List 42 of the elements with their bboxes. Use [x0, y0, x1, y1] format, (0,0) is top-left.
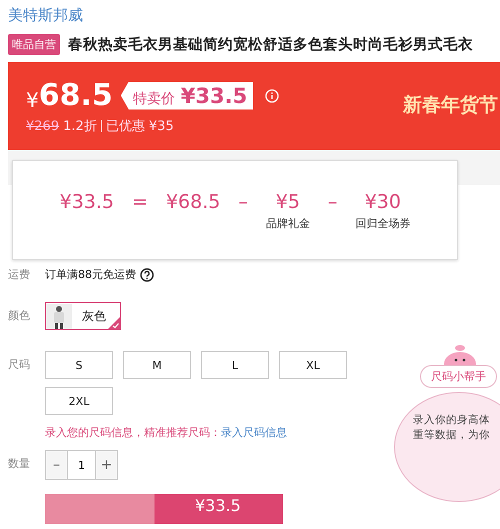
check-icon: [108, 317, 120, 329]
color-option[interactable]: 灰色: [45, 302, 121, 330]
info-icon[interactable]: [265, 88, 280, 102]
size-option[interactable]: S: [45, 351, 113, 379]
quantity-label: 数量: [8, 456, 31, 472]
size-info-link[interactable]: 录入尺码信息: [221, 426, 287, 439]
price: 68.5: [38, 78, 113, 113]
operator: –: [238, 191, 248, 213]
size-option[interactable]: 2XL: [45, 387, 113, 415]
brand-name[interactable]: 美特斯邦威: [0, 0, 500, 28]
amount-caption: 品牌礼金: [266, 216, 310, 231]
amount-caption: 回归全场券: [355, 216, 410, 231]
help-icon[interactable]: [140, 268, 154, 282]
amount: ¥5: [276, 191, 300, 213]
discount: 1.2折: [63, 118, 97, 135]
amount: ¥30: [364, 191, 401, 213]
helper-text: 重等数据，为你: [413, 428, 491, 443]
size-option[interactable]: XL: [279, 351, 347, 379]
self-operated-badge: 唯品自营: [8, 34, 60, 55]
saved-amount: 已优惠 ¥35: [106, 118, 174, 135]
color-label: 颜色: [8, 308, 31, 324]
amount: ¥68.5: [166, 191, 220, 213]
original-price: ¥269: [26, 118, 60, 134]
size-helper-button[interactable]: 尺码小帮手: [420, 365, 497, 388]
shipping-label: 运费: [8, 267, 31, 283]
size-helper-bubble[interactable]: 录入你的身高体 重等数据，为你: [394, 392, 500, 502]
operator: =: [132, 191, 148, 213]
size-option[interactable]: L: [201, 351, 269, 379]
shipping-text: 订单满88元免运费: [45, 267, 136, 283]
size-option[interactable]: M: [123, 351, 191, 379]
operator: –: [328, 191, 338, 213]
decrease-button[interactable]: –: [46, 451, 67, 479]
currency-symbol: ¥: [26, 88, 39, 112]
size-hint: 录入您的尺码信息，精准推荐尺码：录入尺码信息: [45, 425, 287, 440]
size-label: 尺码: [8, 357, 31, 373]
buy-button[interactable]: ¥33.5: [45, 494, 283, 524]
amount: ¥33.5: [60, 191, 114, 213]
promo-title: 新春年货节: [403, 93, 498, 118]
special-price-tag: 特卖价 ¥33.5: [120, 82, 254, 110]
product-title: 春秋热卖毛衣男基础简约宽松舒适多色套头时尚毛衫男式毛衣: [68, 35, 473, 54]
increase-button[interactable]: +: [96, 451, 117, 479]
helper-text: 录入你的身高体: [413, 413, 491, 428]
